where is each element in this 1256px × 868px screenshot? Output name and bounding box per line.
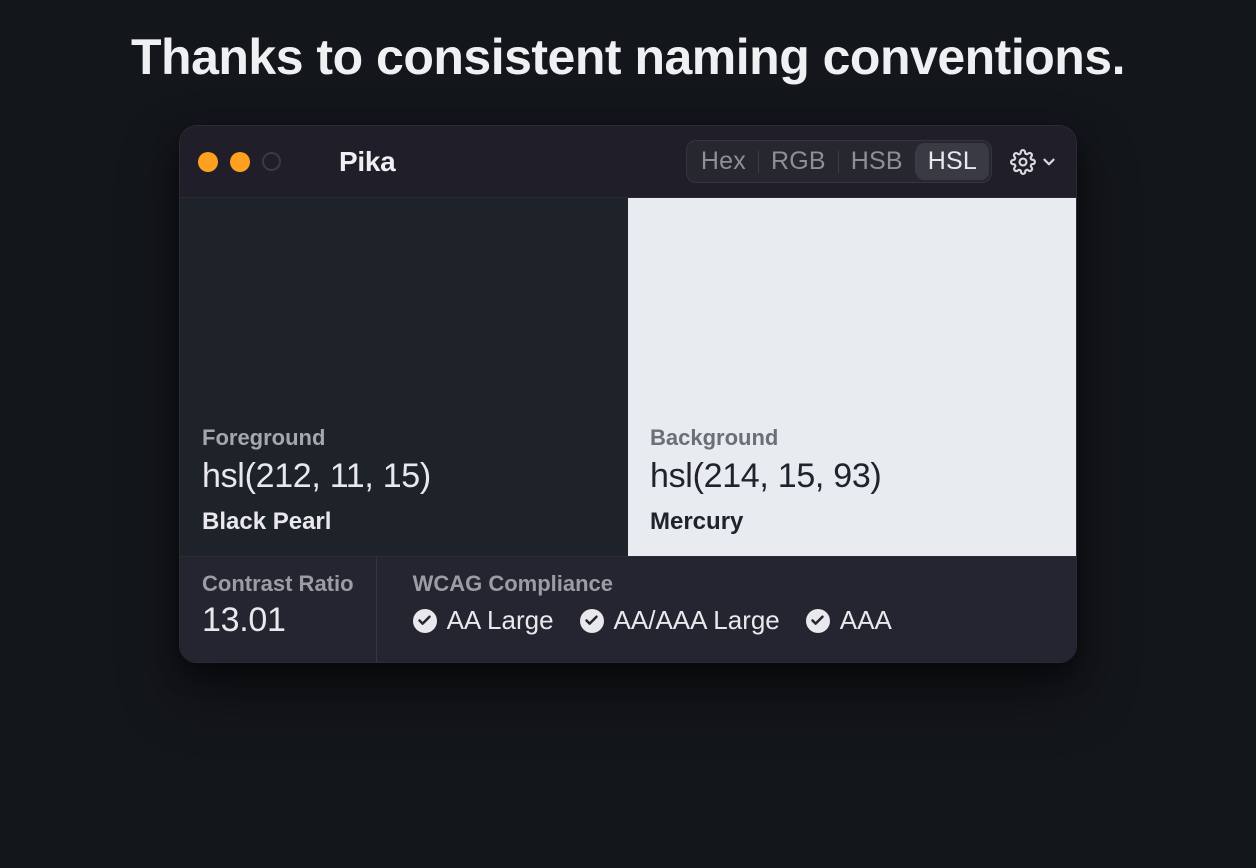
window-zoom-light[interactable] <box>262 152 281 171</box>
window-minimize-light[interactable] <box>230 152 250 172</box>
segment-hsl[interactable]: HSL <box>916 143 989 180</box>
contrast-ratio-cell: Contrast Ratio 13.01 <box>180 557 377 662</box>
wcag-badge-aa-aaa-large: AA/AAA Large <box>580 605 780 636</box>
chevron-down-icon <box>1040 153 1058 171</box>
foreground-color-name: Black Pearl <box>202 508 606 536</box>
wcag-badge-label: AAA <box>840 605 892 636</box>
traffic-lights <box>198 152 281 172</box>
contrast-ratio-value: 13.01 <box>202 601 354 640</box>
page-headline: Thanks to consistent naming conventions. <box>0 0 1256 125</box>
wcag-label: WCAG Compliance <box>413 571 1054 597</box>
foreground-swatch[interactable]: Foreground hsl(212, 11, 15) Black Pearl <box>180 198 628 556</box>
contrast-ratio-label: Contrast Ratio <box>202 571 354 597</box>
wcag-badge-label: AA/AAA Large <box>614 605 780 636</box>
background-color-name: Mercury <box>650 508 1054 536</box>
background-label: Background <box>650 425 1054 451</box>
check-icon <box>413 609 437 633</box>
wcag-badge-row: AA Large AA/AAA Large AAA <box>413 605 1054 636</box>
app-window: Pika Hex RGB HSB HSL <box>179 125 1077 663</box>
foreground-value: hsl(212, 11, 15) <box>202 457 606 496</box>
check-icon <box>806 609 830 633</box>
settings-menu-button[interactable] <box>1010 149 1058 175</box>
segment-hex[interactable]: Hex <box>689 143 758 180</box>
background-value: hsl(214, 15, 93) <box>650 457 1054 496</box>
window-titlebar: Pika Hex RGB HSB HSL <box>180 126 1076 198</box>
segment-rgb[interactable]: RGB <box>759 143 838 180</box>
segment-hsb[interactable]: HSB <box>839 143 915 180</box>
check-icon <box>580 609 604 633</box>
color-format-segmented-control: Hex RGB HSB HSL <box>686 140 992 183</box>
color-swatches: Foreground hsl(212, 11, 15) Black Pearl … <box>180 198 1076 556</box>
wcag-badge-aa-large: AA Large <box>413 605 554 636</box>
wcag-badge-aaa: AAA <box>806 605 892 636</box>
foreground-label: Foreground <box>202 425 606 451</box>
wcag-cell: WCAG Compliance AA Large AA/AAA Large <box>377 557 1076 662</box>
background-swatch[interactable]: Background hsl(214, 15, 93) Mercury <box>628 198 1076 556</box>
wcag-badge-label: AA Large <box>447 605 554 636</box>
window-close-light[interactable] <box>198 152 218 172</box>
contrast-footer: Contrast Ratio 13.01 WCAG Compliance AA … <box>180 556 1076 662</box>
gear-icon <box>1010 149 1036 175</box>
app-title: Pika <box>339 146 395 178</box>
